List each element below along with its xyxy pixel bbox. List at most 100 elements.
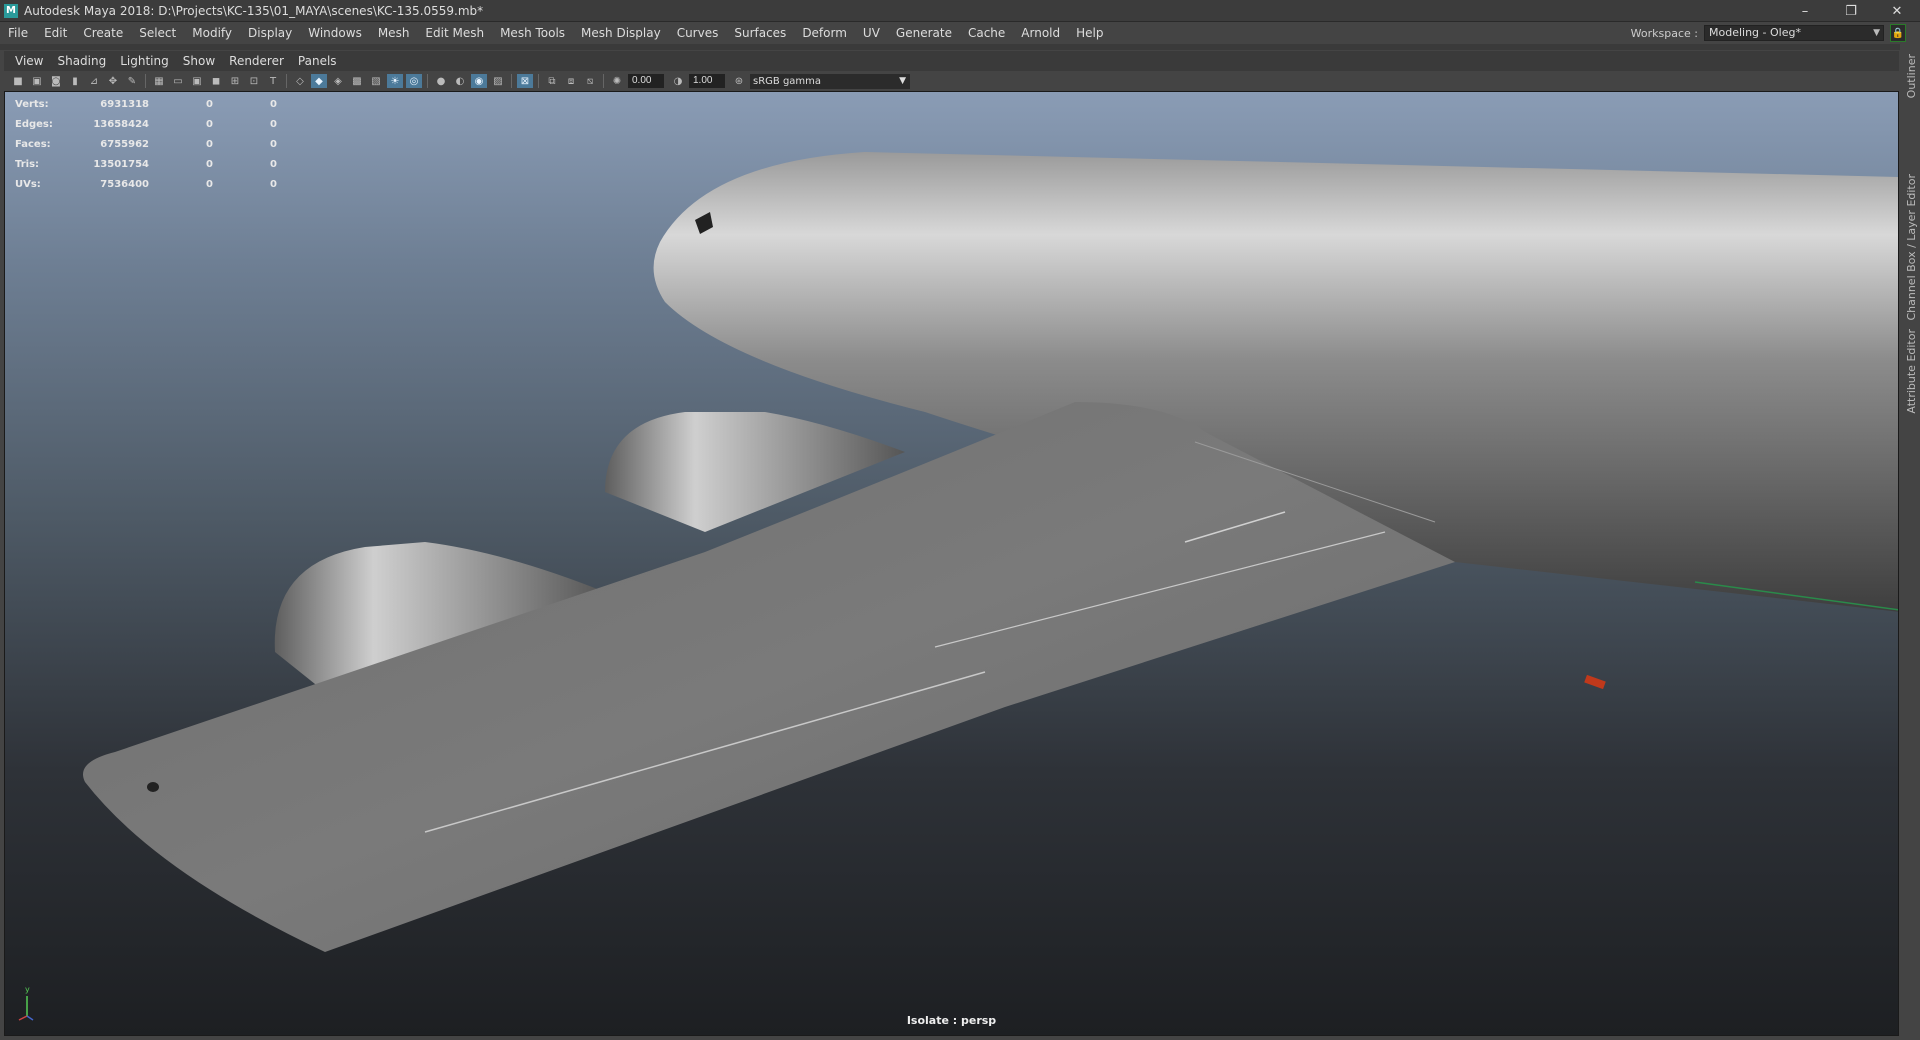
menu-cache[interactable]: Cache <box>960 22 1013 44</box>
xray-active-icon[interactable]: ⧈ <box>563 74 579 88</box>
gamma-icon[interactable]: ◑ <box>670 74 686 88</box>
lights-icon[interactable]: ▧ <box>368 74 384 88</box>
axis-y-label: y <box>25 985 30 994</box>
hud-value: 6755962 <box>100 138 149 150</box>
hud-components: 0 <box>270 178 277 190</box>
viewport-panel: View Shading Lighting Show Renderer Pane… <box>4 51 1899 1036</box>
menu-uv[interactable]: UV <box>855 22 888 44</box>
menu-windows[interactable]: Windows <box>300 22 370 44</box>
image-plane-icon[interactable]: ⊿ <box>86 74 102 88</box>
camera-attributes-icon[interactable]: ▣ <box>29 74 45 88</box>
gate-mask-icon[interactable]: ◼ <box>208 74 224 88</box>
exposure-field[interactable] <box>628 74 664 88</box>
tab-attribute-editor[interactable]: Attribute Editor <box>1905 329 1918 414</box>
menu-edit-mesh[interactable]: Edit Mesh <box>417 22 492 44</box>
perspective-viewport[interactable]: Verts: 6931318 0 0 Edges: 13658424 0 0 F… <box>4 91 1899 1036</box>
menu-arnold[interactable]: Arnold <box>1013 22 1068 44</box>
wireframe-on-shaded-icon[interactable]: ◈ <box>330 74 346 88</box>
restore-button[interactable]: ❐ <box>1828 0 1874 22</box>
menu-mesh-display[interactable]: Mesh Display <box>573 22 669 44</box>
tab-outliner[interactable]: Outliner <box>1905 54 1918 98</box>
gamma-field[interactable] <box>689 74 725 88</box>
menu-mesh[interactable]: Mesh <box>370 22 418 44</box>
film-gate-icon[interactable]: ▭ <box>170 74 186 88</box>
close-button[interactable]: ✕ <box>1874 0 1920 22</box>
view-transform-dropdown[interactable]: sRGB gamma ▼ <box>750 73 910 89</box>
xray-icon[interactable]: ▨ <box>490 74 506 88</box>
main-menu-bar: File Edit Create Select Modify Display W… <box>0 22 1920 44</box>
hud-value: 7536400 <box>100 178 149 190</box>
camera-lock-icon[interactable]: ◙ <box>48 74 64 88</box>
window-controls: – ❐ ✕ <box>1782 0 1920 22</box>
depth-of-field-icon[interactable]: ◉ <box>471 74 487 88</box>
panel-menu-shading[interactable]: Shading <box>50 51 113 71</box>
menu-edit[interactable]: Edit <box>36 22 75 44</box>
hud-label: Edges: <box>15 118 53 130</box>
toolbar-separator <box>145 74 146 88</box>
camera-icon[interactable]: ■ <box>10 74 26 88</box>
xray-joints-icon[interactable]: ⧉ <box>544 74 560 88</box>
menu-deform[interactable]: Deform <box>794 22 855 44</box>
hud-label: UVs: <box>15 178 41 190</box>
hud-selected: 0 <box>206 138 213 150</box>
hud-components: 0 <box>270 138 277 150</box>
workspace-value: Modeling - Oleg* <box>1709 26 1801 39</box>
workspace-label: Workspace : <box>1630 26 1698 40</box>
hud-value: 13658424 <box>93 118 149 130</box>
manipulator-gizmo <box>1584 674 1606 690</box>
menu-file[interactable]: File <box>0 22 36 44</box>
backface-culling-icon[interactable]: ⧅ <box>582 74 598 88</box>
field-chart-icon[interactable]: ⊞ <box>227 74 243 88</box>
hud-selected: 0 <box>206 178 213 190</box>
hud-value: 13501754 <box>93 158 149 170</box>
exposure-icon[interactable]: ✺ <box>609 74 625 88</box>
ambient-occlusion-icon[interactable]: ◎ <box>406 74 422 88</box>
menu-curves[interactable]: Curves <box>669 22 727 44</box>
minimize-button[interactable]: – <box>1782 0 1828 22</box>
aircraft-model <box>83 152 1898 952</box>
menu-surfaces[interactable]: Surfaces <box>726 22 794 44</box>
docked-tabs-strip: Outliner Channel Box / Layer Editor Attr… <box>1900 44 1920 1040</box>
shelf-divider <box>0 44 1920 50</box>
hud-row-edges: Edges: 13658424 0 0 <box>15 114 277 134</box>
workspace-selector: Workspace : Modeling - Oleg* ▼ 🔒 <box>1631 22 1906 44</box>
smooth-shade-icon[interactable]: ◆ <box>311 74 327 88</box>
panel-menu-show[interactable]: Show <box>176 51 222 71</box>
isolate-select-icon[interactable]: ⊠ <box>517 74 533 88</box>
hud-row-tris: Tris: 13501754 0 0 <box>15 154 277 174</box>
menu-select[interactable]: Select <box>131 22 184 44</box>
color-management-icon[interactable]: ⊛ <box>731 74 747 88</box>
textured-icon[interactable]: ▩ <box>349 74 365 88</box>
shadows-icon[interactable]: ☀ <box>387 74 403 88</box>
motion-blur-icon[interactable]: ● <box>433 74 449 88</box>
panel-menu-bar: View Shading Lighting Show Renderer Pane… <box>4 51 1899 71</box>
menu-generate[interactable]: Generate <box>888 22 960 44</box>
tab-channel-box[interactable]: Channel Box / Layer Editor <box>1905 174 1918 321</box>
safe-action-icon[interactable]: ⊡ <box>246 74 262 88</box>
menu-mesh-tools[interactable]: Mesh Tools <box>492 22 573 44</box>
chevron-down-icon: ▼ <box>899 75 906 86</box>
anti-aliasing-icon[interactable]: ◐ <box>452 74 468 88</box>
menu-modify[interactable]: Modify <box>184 22 240 44</box>
camera-status: Isolate : persp <box>906 1014 997 1027</box>
resolution-gate-icon[interactable]: ▣ <box>189 74 205 88</box>
grease-pencil-icon[interactable]: ✎ <box>124 74 140 88</box>
2d-pan-zoom-icon[interactable]: ✥ <box>105 74 121 88</box>
workspace-dropdown[interactable]: Modeling - Oleg* ▼ <box>1704 25 1884 41</box>
panel-menu-view[interactable]: View <box>8 51 50 71</box>
hud-value: 6931318 <box>100 98 149 110</box>
panel-menu-panels[interactable]: Panels <box>291 51 344 71</box>
bookmark-icon[interactable]: ▮ <box>67 74 83 88</box>
panel-menu-lighting[interactable]: Lighting <box>113 51 176 71</box>
lock-icon[interactable]: 🔒 <box>1890 24 1906 42</box>
panel-menu-renderer[interactable]: Renderer <box>222 51 291 71</box>
grid-icon[interactable]: ▦ <box>151 74 167 88</box>
menu-display[interactable]: Display <box>240 22 300 44</box>
chevron-down-icon: ▼ <box>1873 28 1880 38</box>
toolbar-separator <box>427 74 428 88</box>
wireframe-icon[interactable]: ◇ <box>292 74 308 88</box>
safe-title-icon[interactable]: T <box>265 74 281 88</box>
menu-help[interactable]: Help <box>1068 22 1111 44</box>
menu-create[interactable]: Create <box>75 22 131 44</box>
hud-row-uvs: UVs: 7536400 0 0 <box>15 174 277 194</box>
